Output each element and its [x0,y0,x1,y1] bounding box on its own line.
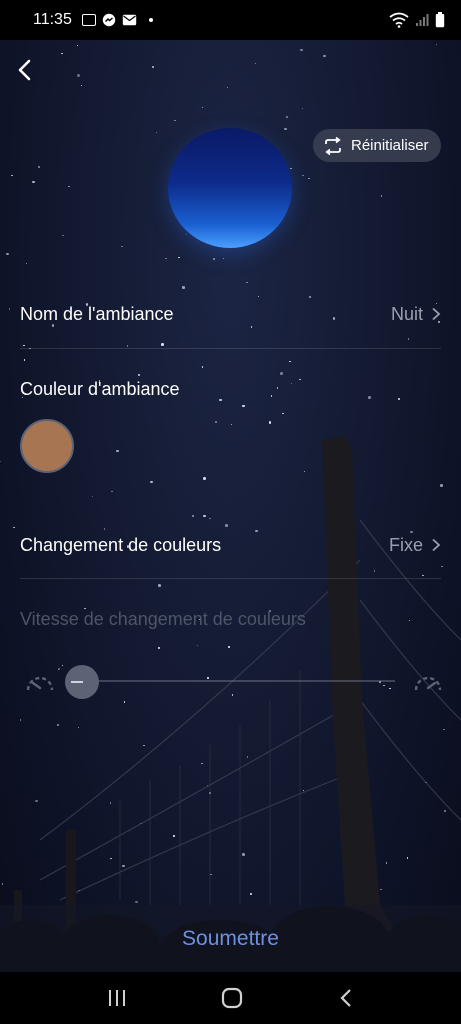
ambiance-name-row[interactable]: Nom de l'ambiance Nuit [20,300,441,328]
color-change-value: Fixe [388,534,423,555]
mail-icon [122,14,137,26]
chevron-right-icon [432,538,441,552]
chevron-left-icon [18,59,31,81]
color-change-label: Changement de couleurs [20,534,222,555]
signal-icon [416,14,429,26]
ambiance-color-label: Couleur d'ambiance [20,378,180,399]
home-icon[interactable] [221,987,243,1009]
speed-slider[interactable] [24,664,444,700]
app-screen: 11:35 Réinitialiser Nom de l'ambiance Nu… [0,0,461,1024]
slider-knob[interactable] [65,665,99,699]
divider [20,578,441,579]
gallery-icon [81,14,96,26]
status-time: 11:35 [33,11,72,28]
ambiance-name-label: Nom de l'ambiance [20,303,174,324]
ambiance-color-swatch[interactable] [20,419,74,473]
color-change-row[interactable]: Changement de couleurs Fixe [20,531,441,559]
ambiance-name-value: Nuit [390,303,423,324]
slow-speed-icon [26,676,54,691]
ambiance-name-value-group: Nuit [391,304,441,325]
divider [20,348,441,349]
system-navigation-bar [0,972,461,1024]
status-bar: 11:35 [0,0,461,40]
fast-speed-icon [414,676,442,691]
ambiance-preview-orb [168,128,292,248]
reset-button[interactable]: Réinitialiser [313,129,441,162]
slider-track [81,680,395,682]
back-nav-icon[interactable] [338,988,354,1008]
battery-icon [435,12,445,28]
recent-apps-icon[interactable] [107,989,127,1007]
ambiance-color-row: Couleur d'ambiance [20,375,441,403]
submit-button[interactable]: Soumettre [0,905,461,973]
more-notifications-dot [148,18,153,22]
notification-icons [81,13,153,27]
back-button[interactable] [12,56,38,84]
system-status-icons [389,12,445,28]
color-change-value-group: Fixe [389,535,441,556]
chevron-right-icon [432,307,441,321]
messenger-icon [102,13,116,27]
wifi-icon [389,12,409,28]
speed-label: Vitesse de changement de couleurs [20,609,306,629]
refresh-icon [325,136,341,155]
reset-label: Réinitialiser [351,137,429,154]
submit-label: Soumettre [182,927,279,950]
